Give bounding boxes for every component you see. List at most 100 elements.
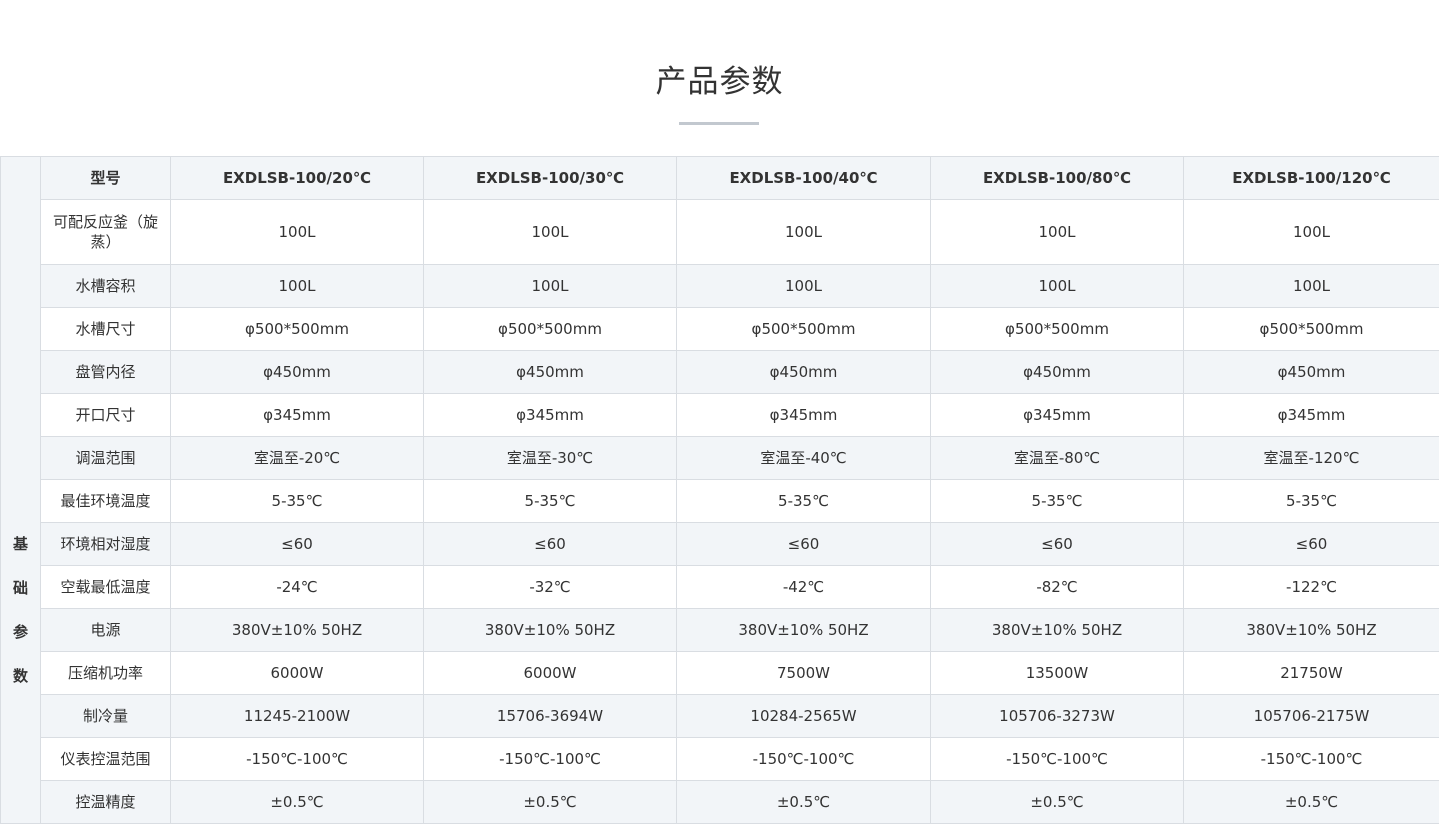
table-cell: 室温至-40℃ [676, 436, 931, 480]
table-cell: 15706-3694W [423, 694, 677, 738]
table-row: 调温范围 室温至-20℃ 室温至-30℃ 室温至-40℃ 室温至-80℃ 室温至-120℃ [1, 436, 1439, 480]
row-label: 水槽尺寸 [40, 307, 171, 351]
row-label: 仪表控温范围 [40, 737, 171, 781]
row-label: 最佳环境温度 [40, 479, 171, 523]
table-cell: φ345mm [930, 393, 1184, 437]
table-cell: 100L [930, 264, 1184, 308]
page-title: 产品参数 [655, 64, 784, 100]
row-label: 电源 [40, 608, 171, 652]
table-row: 水槽容积 100L 100L 100L 100L 100L [1, 264, 1439, 308]
table-cell: ±0.5℃ [930, 780, 1184, 824]
table-cell: ±0.5℃ [676, 780, 931, 824]
table-cell: 13500W [930, 651, 1184, 695]
row-label: 空载最低温度 [40, 565, 171, 609]
table-cell: -122℃ [1183, 565, 1439, 609]
table-cell: -150℃-100℃ [170, 737, 424, 781]
group-label-char: 参 [12, 623, 28, 641]
row-label: 水槽容积 [40, 264, 171, 308]
table-cell: φ345mm [1183, 393, 1439, 437]
table-cell: 100L [170, 199, 424, 265]
model-header: EXDLSB-100/20℃ [170, 156, 424, 200]
table-row: 压缩机功率 6000W 6000W 7500W 13500W 21750W [1, 651, 1439, 695]
row-label: 调温范围 [40, 436, 171, 480]
table-cell: 7500W [676, 651, 931, 695]
table-cell: 380V±10% 50HZ [676, 608, 931, 652]
table-cell: φ500*500mm [930, 307, 1184, 351]
table-row: 空载最低温度 -24℃ -32℃ -42℃ -82℃ -122℃ [1, 565, 1439, 609]
table-cell: 6000W [170, 651, 424, 695]
table-cell: ≤60 [930, 522, 1184, 566]
row-label: 制冷量 [40, 694, 171, 738]
table-cell: 380V±10% 50HZ [170, 608, 424, 652]
header-label: 型号 [40, 156, 171, 200]
table-cell: -24℃ [170, 565, 424, 609]
table-cell: 11245-2100W [170, 694, 424, 738]
table-cell: φ345mm [676, 393, 931, 437]
table-cell: 10284-2565W [676, 694, 931, 738]
table-cell: 5-35℃ [170, 479, 424, 523]
table-cell: 100L [1183, 264, 1439, 308]
table-cell: φ500*500mm [1183, 307, 1439, 351]
table-cell: 室温至-20℃ [170, 436, 424, 480]
table-cell: -150℃-100℃ [676, 737, 931, 781]
table-cell: 105706-3273W [930, 694, 1184, 738]
table-cell: φ345mm [423, 393, 677, 437]
table-cell: -82℃ [930, 565, 1184, 609]
model-header: EXDLSB-100/40℃ [676, 156, 931, 200]
table-row: 电源 380V±10% 50HZ 380V±10% 50HZ 380V±10% 50H… [1, 608, 1439, 652]
table-cell: 100L [170, 264, 424, 308]
table-cell: 6000W [423, 651, 677, 695]
table-cell: ±0.5℃ [423, 780, 677, 824]
row-label: 可配反应釜（旋蒸） [40, 199, 171, 265]
model-header: EXDLSB-100/120℃ [1183, 156, 1439, 200]
group-label: 基础参数 [0, 156, 41, 824]
table-cell: 100L [930, 199, 1184, 265]
table-cell: 室温至-120℃ [1183, 436, 1439, 480]
table-row: 环境相对湿度 ≤60 ≤60 ≤60 ≤60 ≤60 [1, 522, 1439, 566]
table-cell: 100L [1183, 199, 1439, 265]
table-cell: ≤60 [676, 522, 931, 566]
table-header-row: 基础参数型号 EXDLSB-100/20℃ EXDLSB-100/30℃ EXDLSB… [0, 156, 1439, 824]
table-cell: 5-35℃ [423, 479, 677, 523]
table-cell: 100L [676, 264, 931, 308]
table-cell: 室温至-30℃ [423, 436, 677, 480]
table-cell: ≤60 [170, 522, 424, 566]
table-cell: φ450mm [1183, 350, 1439, 394]
table-cell: 380V±10% 50HZ [1183, 608, 1439, 652]
table-cell: -150℃-100℃ [930, 737, 1184, 781]
group-label-char: 基 [12, 535, 28, 553]
row-label: 控温精度 [40, 780, 171, 824]
table-cell: 5-35℃ [930, 479, 1184, 523]
table-cell: φ450mm [170, 350, 424, 394]
table-cell: 5-35℃ [1183, 479, 1439, 523]
table-cell: φ450mm [676, 350, 931, 394]
table-cell: -150℃-100℃ [1183, 737, 1439, 781]
table-row: 仪表控温范围 -150℃-100℃ -150℃-100℃ -150℃-100℃ -150… [1, 737, 1439, 781]
table-row: 最佳环境温度 5-35℃ 5-35℃ 5-35℃ 5-35℃ 5-35℃ [1, 479, 1439, 523]
parameters-table: 基础参数型号 EXDLSB-100/20℃ EXDLSB-100/30℃ EXDLSB… [0, 156, 1439, 824]
table-row: 盘管内径 φ450mm φ450mm φ450mm φ450mm φ450mm [1, 350, 1439, 394]
row-label: 盘管内径 [40, 350, 171, 394]
table-cell: 100L [423, 199, 677, 265]
table-cell: -150℃-100℃ [423, 737, 677, 781]
table-cell: 380V±10% 50HZ [423, 608, 677, 652]
model-header: EXDLSB-100/30℃ [423, 156, 677, 200]
table-cell: φ450mm [930, 350, 1184, 394]
table-cell: ±0.5℃ [170, 780, 424, 824]
table-cell: 5-35℃ [676, 479, 931, 523]
row-label: 环境相对湿度 [40, 522, 171, 566]
table-cell: 21750W [1183, 651, 1439, 695]
table-cell: ≤60 [1183, 522, 1439, 566]
table-row: 水槽尺寸 φ500*500mm φ500*500mm φ500*500mm φ500*5… [1, 307, 1439, 351]
table-row: 可配反应釜（旋蒸） 100L 100L 100L 100L 100L [1, 199, 1439, 265]
table-cell: φ500*500mm [170, 307, 424, 351]
table-row: 控温精度 ±0.5℃ ±0.5℃ ±0.5℃ ±0.5℃ ±0.5℃ [1, 780, 1439, 824]
table-cell: -32℃ [423, 565, 677, 609]
table-cell: -42℃ [676, 565, 931, 609]
table-cell: 100L [423, 264, 677, 308]
table-cell: 室温至-80℃ [930, 436, 1184, 480]
table-row: 制冷量 11245-2100W 15706-3694W 10284-2565W 1057… [1, 694, 1439, 738]
table-cell: φ450mm [423, 350, 677, 394]
row-label: 开口尺寸 [40, 393, 171, 437]
table-row: 开口尺寸 φ345mm φ345mm φ345mm φ345mm φ345mm [1, 393, 1439, 437]
